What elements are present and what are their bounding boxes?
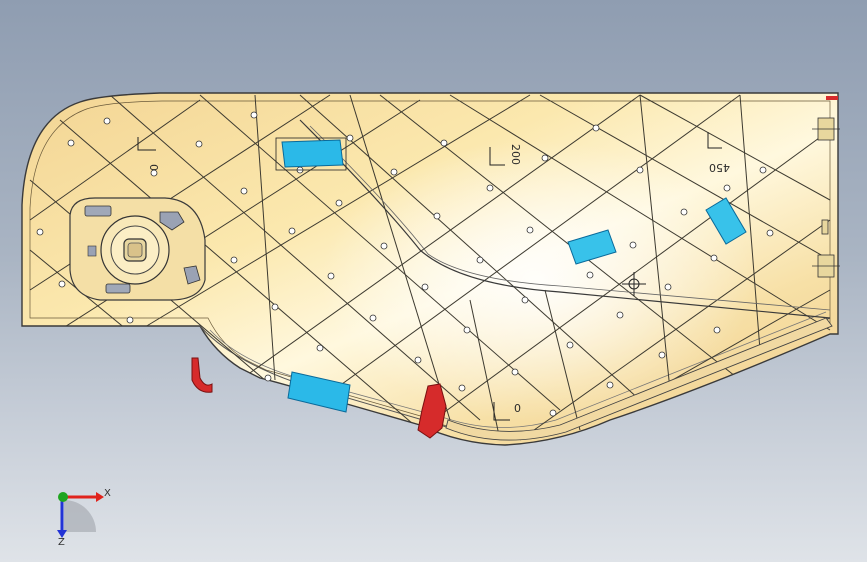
- cad-viewport[interactable]: 0 200 450 0 X Z: [0, 0, 867, 562]
- label-zero-bottom: 0: [514, 402, 521, 415]
- clip-pad-top: [281, 139, 344, 168]
- label-zero-left: 0: [147, 164, 160, 171]
- axis-triad: X Z: [57, 488, 111, 548]
- label-450: 450: [709, 161, 730, 174]
- z-axis-label: Z: [58, 537, 65, 548]
- y-axis-origin: [58, 492, 68, 502]
- part-drawing[interactable]: 0 200 450 0 X Z: [0, 0, 867, 562]
- red-tab-left: [191, 357, 213, 393]
- x-axis-label: X: [104, 488, 111, 499]
- boss-feature[interactable]: [69, 197, 206, 301]
- label-200: 200: [509, 144, 522, 165]
